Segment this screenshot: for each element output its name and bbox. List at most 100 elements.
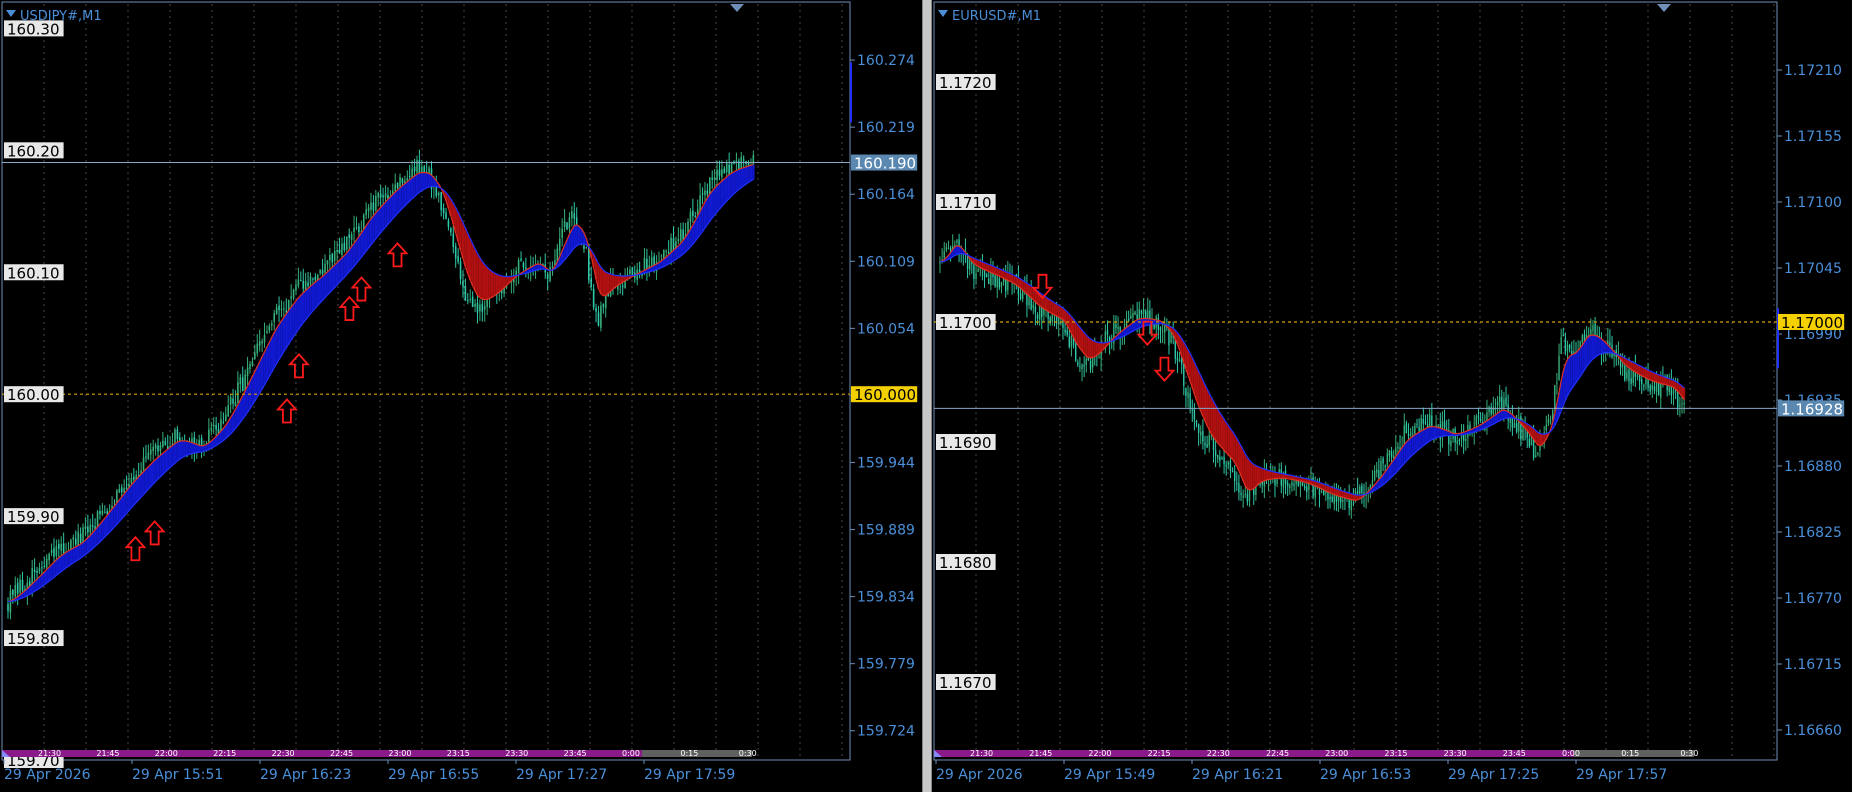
usdjpy-candle-body: [379, 193, 382, 198]
panel-divider[interactable]: [922, 0, 932, 792]
usdjpy-candle-body: [53, 548, 55, 557]
usdjpy-candle-body: [270, 323, 273, 326]
eurusd-candle-body: [1085, 359, 1087, 366]
eurusd-scroll-marker-icon[interactable]: [1657, 4, 1671, 12]
eurusd-candle-body: [1195, 420, 1198, 423]
usdjpy-candle-body: [99, 510, 101, 514]
eurusd-candle-body: [1132, 313, 1134, 318]
usdjpy-arrow-up-icon: [143, 520, 166, 546]
eurusd-chart[interactable]: EURUSD#,M1 1.17210 1.17155 1.17100 1.17045 1.…: [932, 0, 1852, 792]
eurusd-candle-body: [1214, 450, 1217, 457]
usdjpy-arrow-up-icon: [386, 242, 409, 268]
eurusd-candle-body: [1074, 343, 1077, 361]
eurusd-candle-body: [1384, 465, 1386, 467]
usdjpy-candle-body: [384, 193, 387, 198]
eurusd-candle-body: [1286, 483, 1289, 486]
usdjpy-mini-time-label: 23:00: [388, 749, 411, 758]
usdjpy-candle-body: [382, 195, 384, 198]
usdjpy-candle-body: [21, 579, 24, 591]
usdjpy-candle-body: [471, 296, 474, 308]
eurusd-chart-panel[interactable]: EURUSD#,M1 1.17210 1.17155 1.17100 1.17045 1.…: [932, 0, 1852, 792]
eurusd-candle-body: [1083, 365, 1085, 367]
usdjpy-chart-panel[interactable]: USDJPY#,M1 160.274 160.219 160.164 160.109 16…: [0, 0, 922, 792]
usdjpy-y-tick-label: 159.779: [857, 657, 915, 673]
usdjpy-candle-body: [261, 341, 263, 344]
usdjpy-x-tick-label: 29 Apr 16:55: [388, 767, 479, 783]
eurusd-candle-body: [1219, 456, 1221, 461]
eurusd-symbol-title[interactable]: EURUSD#,M1: [952, 9, 1041, 24]
eurusd-candle-body: [1087, 358, 1090, 361]
eurusd-candle-body: [1477, 415, 1480, 418]
usdjpy-chart[interactable]: USDJPY#,M1160.274160.219160.164160.10916…: [0, 0, 922, 792]
usdjpy-candle-body: [585, 247, 588, 249]
usdjpy-candle-body: [87, 526, 89, 533]
eurusd-candle-body: [1019, 293, 1022, 299]
usdjpy-candle-body: [256, 343, 259, 354]
usdjpy-mini-time-label: 22:00: [155, 749, 178, 758]
usdjpy-x-tick-label: 29 Apr 16:23: [260, 767, 351, 783]
eurusd-candle-body: [1204, 442, 1206, 446]
usdjpy-candle-body: [573, 213, 576, 219]
usdjpy-scroll-marker-icon[interactable]: [730, 4, 744, 12]
eurusd-candle-body: [1568, 345, 1571, 349]
eurusd-title-triangle-icon[interactable]: [938, 10, 948, 17]
usdjpy-candle-body: [36, 570, 38, 573]
eurusd-candle-body: [1416, 424, 1418, 426]
eurusd-candle-body: [947, 248, 950, 250]
usdjpy-mini-time-label: 23:30: [505, 749, 528, 758]
usdjpy-level-badge-label: 160.000: [854, 386, 916, 404]
usdjpy-candle-body: [706, 190, 709, 195]
eurusd-candle-body: [1649, 385, 1651, 392]
eurusd-y-tick-label: 1.16880: [1784, 459, 1842, 475]
eurusd-candle-body: [968, 260, 971, 270]
eurusd-level-label: 1.1670: [939, 674, 992, 692]
eurusd-candle-body: [1456, 440, 1458, 444]
usdjpy-candle-body: [162, 440, 164, 447]
usdjpy-candle-body: [563, 221, 566, 228]
eurusd-candle-body: [1236, 482, 1238, 484]
usdjpy-candle-body: [476, 302, 479, 313]
usdjpy-candle-body: [462, 281, 464, 287]
eurusd-candle-body: [1592, 325, 1594, 331]
eurusd-candle-body: [1547, 418, 1550, 424]
usdjpy-candle-body: [682, 229, 684, 240]
usdjpy-candle-body: [232, 398, 234, 404]
eurusd-candle-body: [1537, 453, 1539, 455]
usdjpy-candle-body: [200, 438, 203, 446]
usdjpy-title-triangle-icon[interactable]: [6, 10, 16, 17]
eurusd-candle-body: [1206, 444, 1208, 448]
eurusd-candle-body: [1244, 494, 1246, 496]
eurusd-candle-body: [1356, 490, 1359, 494]
usdjpy-candle-body: [249, 364, 251, 370]
usdjpy-candle-body: [348, 234, 351, 238]
eurusd-candle-body: [1475, 416, 1478, 426]
eurusd-candle-body: [1142, 308, 1145, 315]
eurusd-candle-body: [1134, 311, 1136, 315]
usdjpy-candle-body: [225, 414, 227, 421]
usdjpy-candle-body: [546, 273, 549, 280]
usdjpy-mini-time-label: 0:15: [680, 749, 698, 758]
eurusd-candle-body: [1359, 486, 1361, 494]
usdjpy-candle-body: [600, 305, 602, 328]
usdjpy-candle-body: [483, 306, 486, 310]
eurusd-candle-body: [1636, 375, 1639, 378]
usdjpy-candle-body: [326, 260, 329, 265]
usdjpy-candle-body: [241, 377, 244, 392]
eurusd-candle-body: [943, 251, 945, 259]
usdjpy-x-tick-label: 29 Apr 17:59: [644, 767, 735, 783]
usdjpy-level-label: 160.10: [7, 264, 60, 282]
eurusd-candle-body: [1382, 458, 1384, 464]
usdjpy-candle-body: [89, 524, 92, 533]
usdjpy-candle-body: [467, 300, 469, 302]
eurusd-candle-body: [1556, 382, 1558, 384]
eurusd-x-tick-label: 29 Apr 16:21: [1192, 767, 1283, 783]
usdjpy-candle-body: [631, 267, 634, 275]
usdjpy-level-label: 160.00: [7, 386, 60, 404]
eurusd-candle-body: [1641, 379, 1643, 385]
eurusd-candle-body: [1289, 485, 1291, 489]
eurusd-candle-body: [1200, 432, 1202, 436]
eurusd-candle-body: [1549, 420, 1552, 422]
usdjpy-mini-time-label: 22:45: [330, 749, 353, 758]
usdjpy-candle-body: [84, 525, 87, 529]
eurusd-candle-body: [1437, 425, 1439, 427]
